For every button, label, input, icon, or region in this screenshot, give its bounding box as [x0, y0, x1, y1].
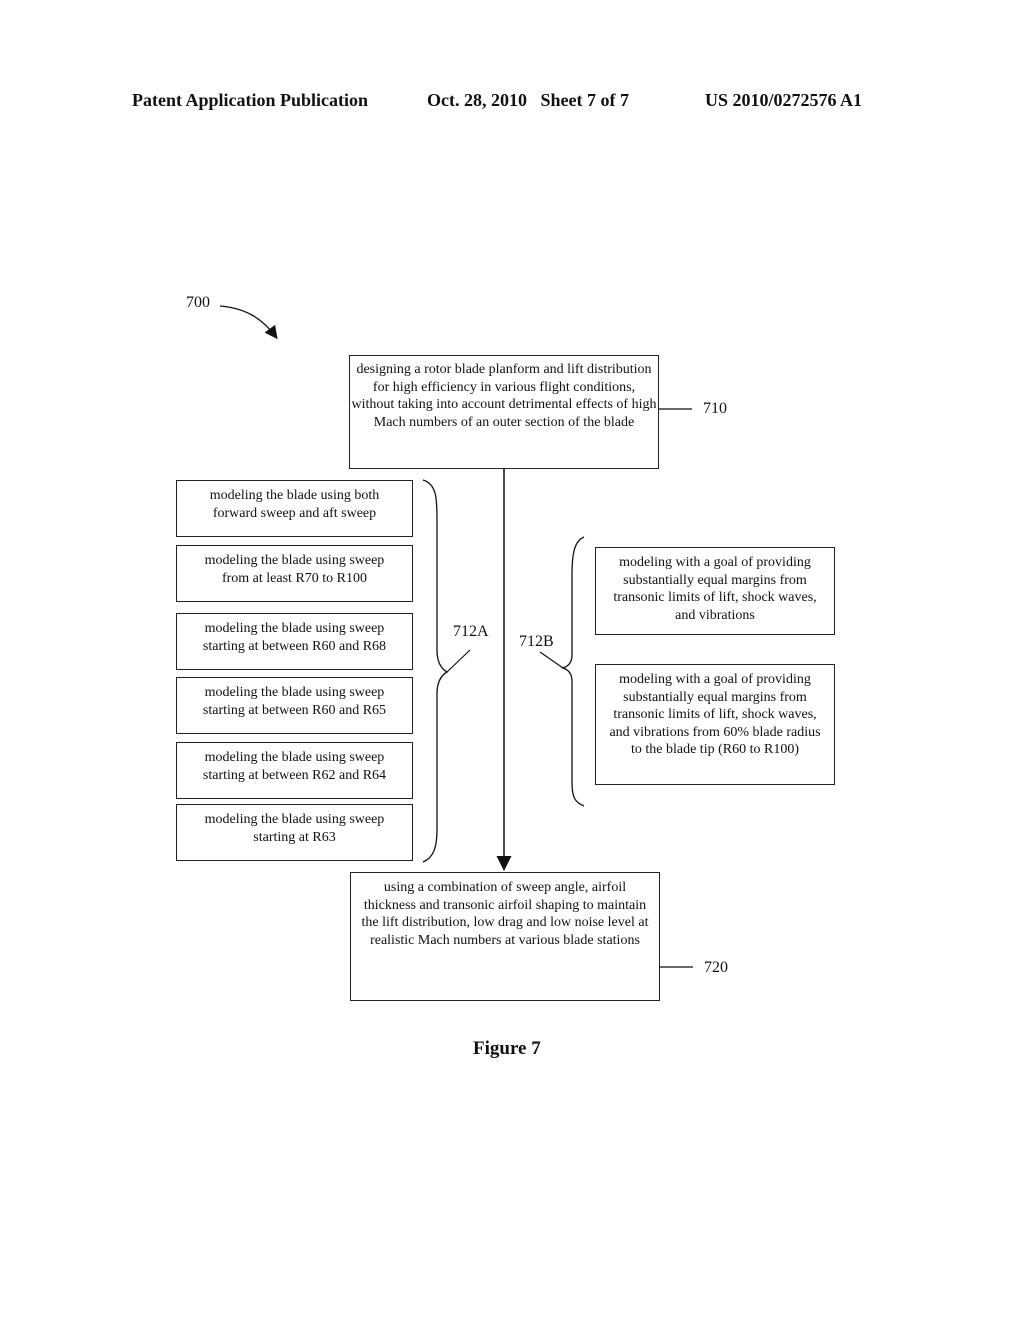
item-text: modeling the blade using both forward sw… — [209, 488, 380, 521]
item-text: modeling the blade using sweep starting … — [202, 750, 387, 783]
figure-caption: Figure 7 — [473, 1038, 541, 1059]
group-712A-item: modeling the blade using both forward sw… — [176, 480, 413, 537]
item-text: modeling the blade using sweep from at l… — [204, 553, 385, 586]
group-712B-item: modeling with a goal of providing substa… — [595, 547, 835, 635]
group-712A-item: modeling the blade using sweep starting … — [176, 677, 413, 734]
brace-712A — [422, 479, 449, 863]
ref-712B: 712B — [519, 633, 554, 650]
item-text: modeling with a goal of providing substa… — [613, 555, 817, 623]
ref-720: 720 — [704, 959, 728, 976]
leader-712A — [446, 649, 471, 673]
step-710-text: designing a rotor blade planform and lif… — [351, 362, 657, 430]
item-text: modeling the blade using sweep starting … — [204, 812, 385, 845]
group-712A-item: modeling the blade using sweep starting … — [176, 613, 413, 670]
figure-ref-700: 700 — [186, 294, 210, 311]
leader-712B — [539, 651, 564, 669]
step-710-box: designing a rotor blade planform and lif… — [349, 355, 659, 469]
ref-710: 710 — [703, 400, 727, 417]
figure-ref-arrow — [219, 305, 278, 340]
brace-712B — [560, 536, 585, 807]
group-712A-item: modeling the blade using sweep starting … — [176, 804, 413, 861]
group-712B-item: modeling with a goal of providing substa… — [595, 664, 835, 785]
group-712A-item: modeling the blade using sweep starting … — [176, 742, 413, 799]
item-text: modeling the blade using sweep starting … — [202, 621, 387, 654]
connector-lines — [219, 305, 693, 968]
group-712A-item: modeling the blade using sweep from at l… — [176, 545, 413, 602]
step-720-text: using a combination of sweep angle, airf… — [361, 880, 649, 948]
item-text: modeling with a goal of providing substa… — [609, 672, 821, 757]
ref-712A: 712A — [453, 623, 489, 640]
step-720-box: using a combination of sweep angle, airf… — [350, 872, 660, 1001]
item-text: modeling the blade using sweep starting … — [202, 685, 387, 718]
